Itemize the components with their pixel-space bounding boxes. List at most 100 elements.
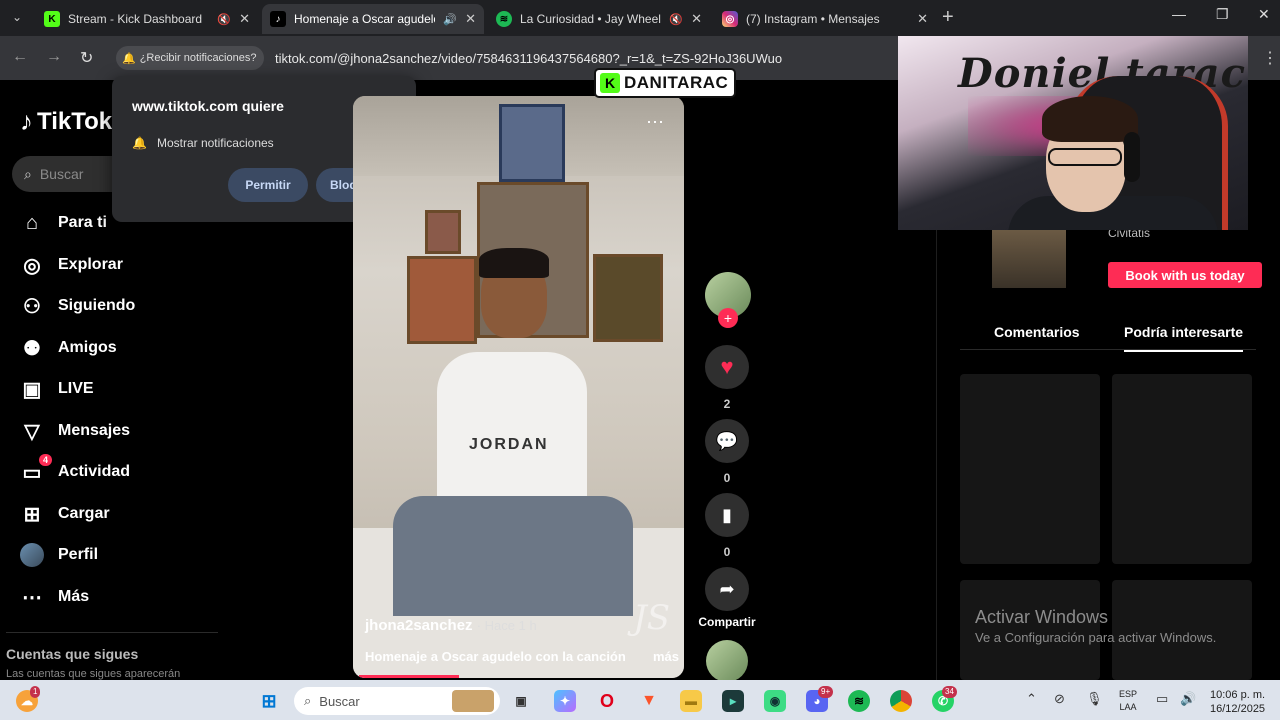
minimize-icon[interactable]: — <box>1172 6 1186 22</box>
task-view-icon[interactable]: ▣ <box>510 690 532 712</box>
windows-start-icon[interactable]: ⊞ <box>258 690 280 712</box>
search-highlight-icon <box>452 690 494 712</box>
opera-icon[interactable]: O <box>596 690 618 712</box>
logo-text: TikTok <box>37 107 113 135</box>
language-indicator[interactable]: ESP LAA <box>1119 688 1137 714</box>
tray-chevron-icon[interactable]: ⌃ <box>1026 691 1037 707</box>
like-button[interactable]: ♥ 2 <box>705 345 749 411</box>
notification-chip[interactable]: 🔔 ¿Recibir notificaciones? <box>116 46 265 70</box>
close-icon[interactable]: ✕ <box>239 11 250 27</box>
profile-avatar <box>20 543 44 567</box>
watermark-title: Activar Windows <box>975 607 1109 627</box>
video-more-icon[interactable]: ⋯ <box>646 112 664 133</box>
comment-button[interactable]: 💬 0 <box>705 419 749 485</box>
lang-layout: LAA <box>1119 702 1137 712</box>
tab-kick[interactable]: K Stream - Kick Dashboard 🔇 ✕ <box>36 4 258 34</box>
watermark-subtitle: Ve a Configuración para activar Windows. <box>975 630 1217 645</box>
taskbar-clock[interactable]: 10:06 p. m. 16/12/2025 <box>1210 688 1265 716</box>
sidebar-item-label: Cargar <box>58 505 110 522</box>
sidebar-item-mas[interactable]: ⋯ Más <box>20 585 89 609</box>
taskbar-search-placeholder: Buscar <box>319 693 360 709</box>
copilot-icon[interactable]: ✦ <box>554 690 576 712</box>
sidebar-item-mensajes[interactable]: ▽ Mensajes <box>20 419 130 443</box>
kick-name-overlay: K DANITARAC <box>594 68 737 98</box>
tab-instagram[interactable]: ◎ (7) Instagram • Mensajes ✕ <box>714 4 936 34</box>
sidebar-item-cargar[interactable]: ⊞ Cargar <box>20 502 110 526</box>
display-icon[interactable]: ▭ <box>1156 691 1168 707</box>
sidebar-item-live[interactable]: ▣ LIVE <box>20 377 94 401</box>
allow-button[interactable]: Permitir <box>228 168 308 202</box>
author-name: jhona2sanchez <box>365 617 473 634</box>
sidebar-item-actividad[interactable]: ▭ 4 Actividad <box>20 454 130 484</box>
brave-icon[interactable]: ▼ <box>638 690 660 712</box>
browser-menu-icon[interactable]: ⋮ <box>1262 48 1278 68</box>
close-icon[interactable]: ✕ <box>917 11 928 27</box>
tab-podria-interesarte[interactable]: Podría interesarte <box>1124 324 1244 352</box>
window-close-icon[interactable]: ✕ <box>1258 6 1270 23</box>
url-text[interactable]: tiktok.com/@jhona2sanchez/video/75846311… <box>275 51 782 66</box>
save-count: 0 <box>723 545 731 559</box>
spotify-icon[interactable]: ≋ <box>848 690 870 712</box>
more-icon: ⋯ <box>22 586 42 609</box>
tab-tiktok[interactable]: ♪ Homenaje a Oscar agudelo 🔊 ✕ <box>262 4 484 34</box>
bell-icon: 🔔 <box>132 136 147 150</box>
tiktok-note-icon: ♪ <box>20 106 33 136</box>
person-jeans <box>393 496 633 616</box>
android-app-icon[interactable]: ◉ <box>764 690 786 712</box>
sidebar-item-perfil[interactable]: Perfil <box>20 543 98 567</box>
sidebar-item-para-ti[interactable]: ⌂ Para ti <box>20 211 107 235</box>
tiktok-logo[interactable]: ♪ TikTok <box>20 106 112 137</box>
volume-icon[interactable]: 🔊 <box>1180 691 1196 707</box>
maximize-icon[interactable]: ❐ <box>1216 6 1229 23</box>
sidebar-item-siguiendo[interactable]: ⚇ Siguiendo <box>20 294 135 318</box>
network-off-icon[interactable]: ⊘ <box>1054 691 1065 707</box>
tab-comentarios[interactable]: Comentarios <box>994 324 1080 340</box>
suggested-video-card[interactable] <box>1112 374 1252 564</box>
search-icon: ⌕ <box>304 693 312 708</box>
share-icon: ➦ <box>705 567 749 611</box>
share-button[interactable]: ➦ Compartir <box>697 567 757 629</box>
activity-badge: 4 <box>38 454 52 466</box>
video-progress-bar[interactable] <box>359 675 459 678</box>
book-button[interactable]: Book with us today <box>1108 262 1262 288</box>
friends-icon: ⚉ <box>23 337 41 360</box>
tab-title: Homenaje a Oscar agudelo <box>294 12 436 26</box>
sidebar-item-explorar[interactable]: ◎ Explorar <box>20 253 123 277</box>
close-icon[interactable]: ✕ <box>691 11 702 27</box>
popup-message-row: 🔔 Mostrar notificaciones <box>132 136 274 150</box>
kick-icon: K <box>44 11 60 27</box>
audio-playing-icon[interactable]: 🔊 <box>443 13 457 26</box>
app-icon[interactable]: ▸ <box>722 690 744 712</box>
video-player[interactable]: JORDAN ⋯ JS jhona2sanchez · Hace 1 h Hom… <box>353 96 684 678</box>
creator-avatar-button[interactable]: + <box>705 272 751 332</box>
sound-avatar[interactable] <box>705 640 749 682</box>
clock-date: 16/12/2025 <box>1210 703 1266 715</box>
whatsapp-badge: 34 <box>942 686 957 698</box>
lang-code: ESP <box>1119 689 1138 699</box>
save-button[interactable]: ▮ 0 <box>705 493 749 559</box>
close-icon[interactable]: ✕ <box>465 11 476 27</box>
forward-icon[interactable]: → <box>46 48 62 66</box>
activity-icon: ▭ 4 <box>20 454 52 484</box>
follow-plus-icon[interactable]: + <box>718 308 738 328</box>
tab-spotify[interactable]: ≋ La Curiosidad • Jay Wheeler 🔇 ✕ <box>488 4 710 34</box>
photo-frame <box>425 210 461 254</box>
sidebar-item-label: Explorar <box>58 256 123 273</box>
more-link[interactable]: más <box>653 649 679 664</box>
muted-icon[interactable]: 🔇 <box>669 13 683 26</box>
new-tab-icon[interactable]: + <box>942 6 954 29</box>
back-icon[interactable]: ← <box>12 48 28 66</box>
messages-icon: ▽ <box>24 420 40 443</box>
muted-icon[interactable]: 🔇 <box>217 13 231 26</box>
sidebar-item-amigos[interactable]: ⚉ Amigos <box>20 336 117 360</box>
sidebar-item-label: Mensajes <box>58 422 131 439</box>
file-explorer-icon[interactable]: ▬ <box>680 690 702 712</box>
ad-thumbnail[interactable] <box>992 230 1066 288</box>
reload-icon[interactable]: ↻ <box>80 48 93 68</box>
photo-frame <box>593 254 663 342</box>
suggested-video-card[interactable] <box>960 374 1100 564</box>
video-author[interactable]: jhona2sanchez · Hace 1 h <box>365 617 537 634</box>
chrome-icon[interactable] <box>890 690 912 712</box>
tab-search-icon[interactable]: ⌄ <box>6 6 28 28</box>
microphone-icon[interactable]: 🎙 <box>1086 691 1103 707</box>
